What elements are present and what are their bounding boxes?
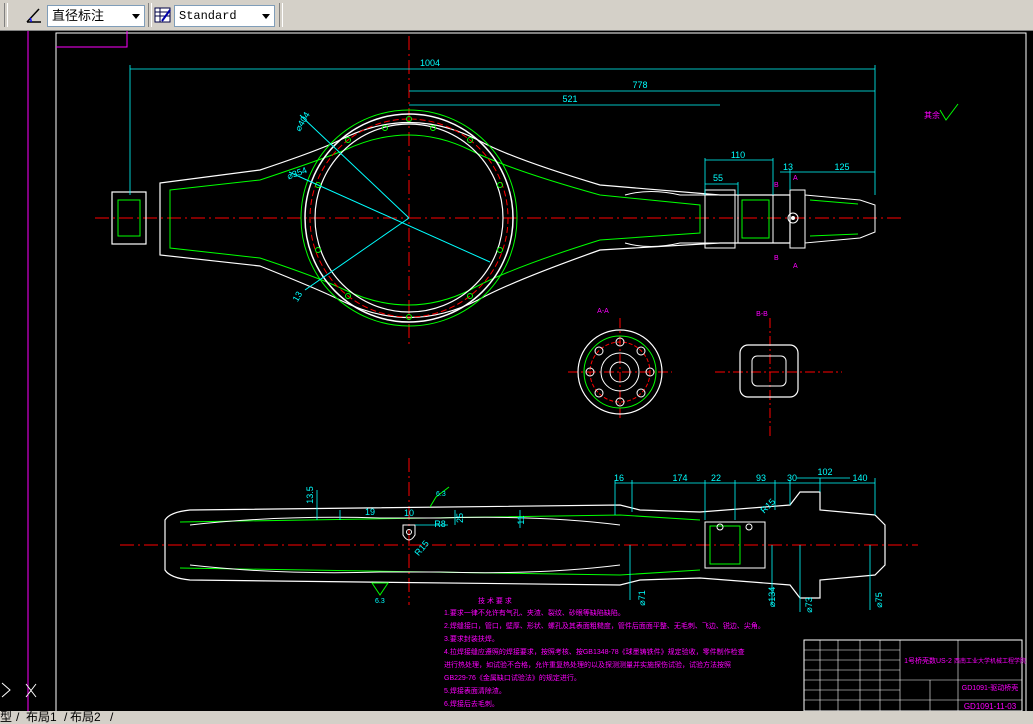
drawing-number: GD1091-驱动桥壳 [962,683,1018,692]
section-marker: B [774,255,779,262]
tech-note-line: 进行热处理，如试验不合格，允许重复热处理的以及探测测量并实施探伤试验，试验方法按… [444,660,731,669]
dim-text: ⌀75 [874,592,884,607]
tech-note-line: 4.拉焊接缝应遵照的焊接要求，按照考核、按GB1348-78《球墨铸铁件》规定验… [444,647,745,656]
dim-text: 102 [817,467,832,477]
dim-text: ⌀134 [767,587,777,607]
dim-text: 125 [834,162,849,172]
section-title: A-A [597,308,609,315]
layout-tabs: 型 / 布局1 / 布局2 / [0,711,1033,724]
tech-note-line: 1.要求一律不允许有气孔、夹渣、裂纹、砂眼等缺陷缺陷。 [444,608,625,617]
dim-style-select[interactable]: 直径标注 [47,5,145,27]
tech-note-line: 2.焊缝接口，管口，壁厚、形状、螺孔及其表面粗糙度，管件后面面平整、无毛刺、飞边… [444,621,765,630]
tab-layout1[interactable]: 布局1 [26,711,57,724]
dimension-style-icon[interactable] [24,5,44,25]
dim-text: 13.5 [305,486,315,504]
dim-text: 140 [852,473,867,483]
dim-text: 22 [711,473,721,483]
text-style-select[interactable]: Standard [174,5,275,27]
dim-text: 10 [404,508,414,518]
dim-text: 13 [291,290,305,304]
ucs-icon [1,682,37,698]
title-block: 1号桥壳数US-2 西南工业大学机械工程学院 GD1091-驱动桥壳 GD109… [803,639,1026,711]
dim-text: 110 [731,150,745,160]
dim-text: ⌀73 [804,597,814,612]
section-bb: B-B [715,311,842,438]
roughness-value: 6.3 [436,491,446,498]
radius-leader [288,171,491,263]
dim-text: 19 [365,507,375,517]
drawing-number-2: GD1091-11-03 [964,702,1017,711]
toolbar-separator [148,3,152,27]
dim-text: 778 [632,80,647,90]
roughness-value: 6.3 [375,598,385,605]
roughness-symbol [939,103,959,121]
housing-inner-outline [169,134,701,306]
section-aa: A-A [568,308,672,420]
tech-note-line: 5.焊接表面清除渣。 [444,686,506,695]
dim-text: 13 [783,162,793,172]
dim-text: 174 [672,473,687,483]
part-name: 1号桥壳数US-2 [904,656,952,665]
dim-text: R15 [413,539,431,558]
chevron-down-icon[interactable] [128,6,144,26]
dim-style-value: 直径标注 [52,8,105,23]
text-style-value: Standard [179,9,237,23]
tech-notes-title: 技 术 要 求 [478,596,512,605]
dim-text: 521 [562,94,577,104]
tab-layout2[interactable]: 布局2 [70,711,101,724]
tech-note-line: 6.焊接后去毛刺。 [444,699,499,708]
right-arm-boss [704,189,736,249]
front-view: 16 174 22 93 30 102 140 13.5 19 R8 10 25… [120,458,918,613]
dim-text: 55 [713,173,723,183]
section-marker: A [793,175,798,182]
dim-text: 25 [455,513,465,523]
dim-text: ⌀71 [637,590,647,605]
dim-text: ⌀404 [293,110,312,133]
dim-text: 11 [516,515,526,524]
roughness-note: 其余 [924,110,940,120]
section-title: B-B [756,311,768,318]
dim-text: R8 [434,519,446,529]
dim-text: 30 [787,473,797,483]
school-name: 西南工业大学机械工程学院 [954,657,1026,665]
dim-text: 93 [756,473,766,483]
toolbar: 直径标注 Standard [0,0,1033,31]
tab-model[interactable]: 型 [0,711,12,724]
drawing-canvas[interactable]: 1004 778 521 110 55 13 125 ⌀404 ⌀354 13 … [0,31,1033,711]
dim-text: 1004 [420,58,440,68]
dim-text: R15 [759,497,778,516]
tech-notes: 技 术 要 求 1.要求一律不允许有气孔、夹渣、裂纹、砂眼等缺陷缺陷。 2.焊缝… [444,596,765,708]
section-marker: A [793,263,798,270]
toolbar-grip[interactable] [4,3,8,27]
top-view: 1004 778 521 110 55 13 125 ⌀404 ⌀354 13 … [95,36,959,345]
tech-note-line: GB229-76《金属缺口试验法》的规定进行。 [444,673,581,682]
chevron-down-icon[interactable] [258,6,274,26]
dim-text: 16 [614,473,624,483]
tech-note-line: 3.要求封装扶焊。 [444,634,499,643]
section-marker: B [774,182,779,189]
toolbar-separator [279,3,283,27]
table-style-icon[interactable] [153,5,173,25]
roughness-symbol [371,582,389,596]
